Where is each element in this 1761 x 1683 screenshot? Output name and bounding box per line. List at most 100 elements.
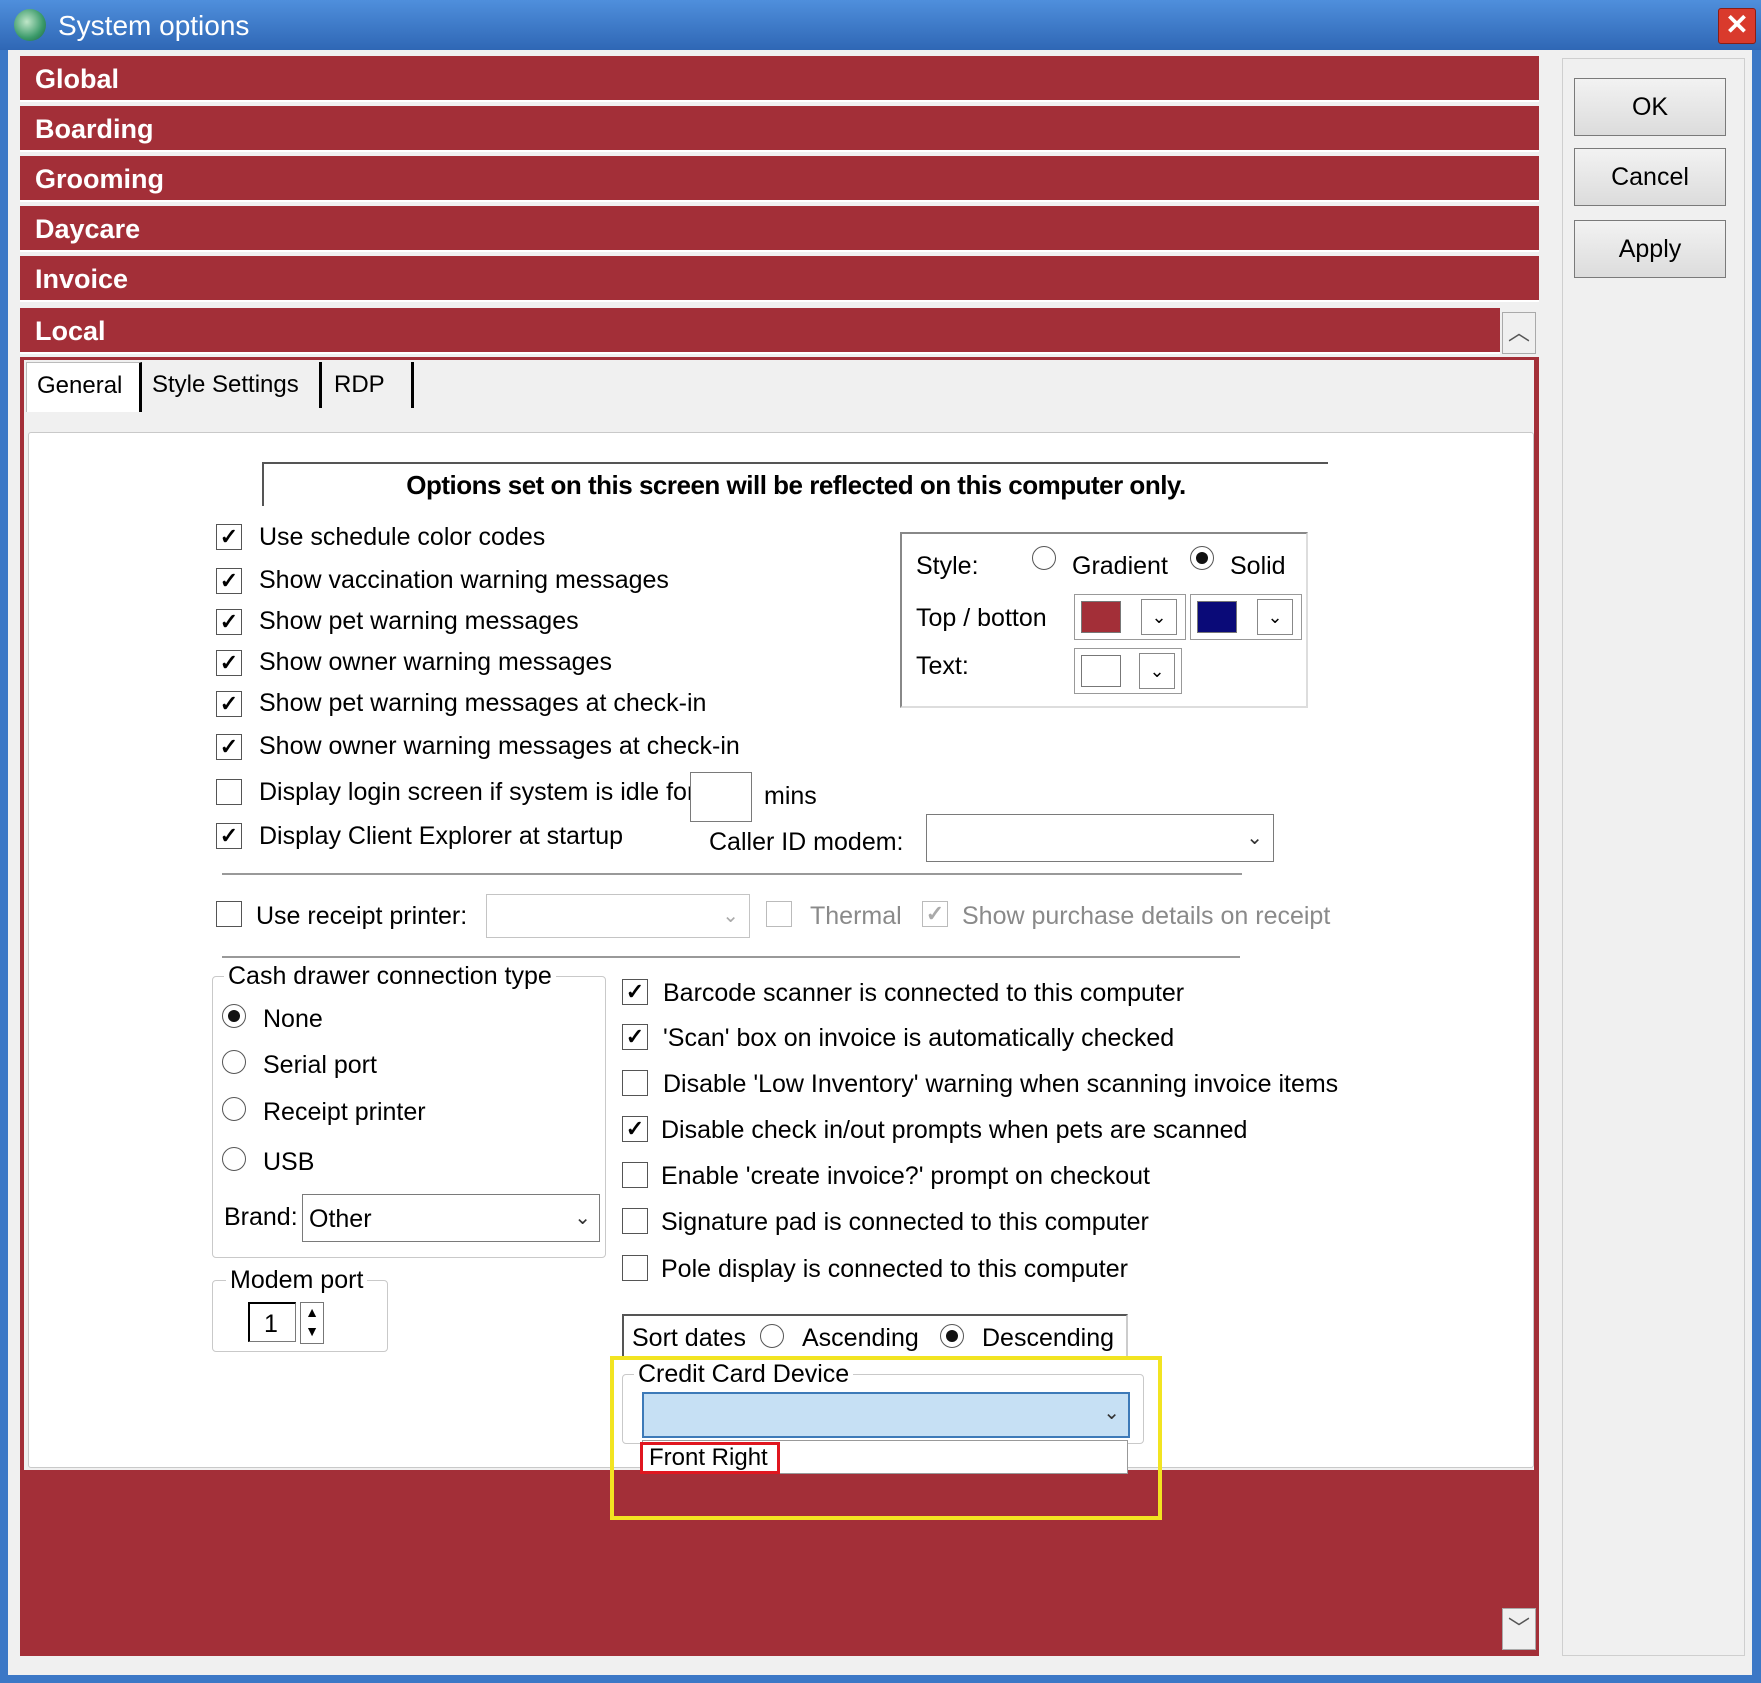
- checkbox-receipt-printer[interactable]: [216, 901, 242, 927]
- option-label: Show owner warning messages at check-in: [259, 732, 740, 760]
- checkbox-create-invoice[interactable]: [622, 1162, 648, 1188]
- chevron-down-icon: ⌄: [1246, 827, 1263, 849]
- mins-label: mins: [764, 782, 817, 810]
- accordion-grooming[interactable]: Grooming: [20, 156, 1539, 202]
- apply-button[interactable]: Apply: [1574, 220, 1726, 278]
- chevron-down-icon: ⌄: [1141, 599, 1177, 635]
- tab-general[interactable]: General: [26, 362, 142, 412]
- caller-id-label: Caller ID modem:: [709, 828, 904, 856]
- radio-none[interactable]: [222, 1004, 246, 1028]
- modem-port-title: Modem port: [226, 1266, 368, 1295]
- cancel-button[interactable]: Cancel: [1574, 148, 1726, 206]
- checkbox-checkin-prompts[interactable]: ✓: [622, 1116, 648, 1142]
- accordion-local[interactable]: Local: [20, 308, 1500, 354]
- radio-gradient[interactable]: [1032, 546, 1056, 570]
- accordion-invoice[interactable]: Invoice: [20, 256, 1539, 302]
- scroll-down-icon[interactable]: ﹀: [1502, 1608, 1536, 1650]
- device-label: Barcode scanner is connected to this com…: [663, 979, 1185, 1007]
- sort-dates-box: Sort dates Ascending Descending: [622, 1314, 1128, 1358]
- checkbox-vaccination-warnings[interactable]: ✓: [216, 568, 242, 594]
- caller-id-dropdown[interactable]: ⌄: [926, 814, 1274, 862]
- brand-label: Brand:: [224, 1203, 298, 1231]
- app-icon: [14, 9, 46, 41]
- cash-option-label: Receipt printer: [263, 1098, 426, 1126]
- scroll-up-icon[interactable]: ︿: [1502, 312, 1536, 354]
- checkbox-pet-warnings-checkin[interactable]: ✓: [216, 691, 242, 717]
- tab-style-settings[interactable]: Style Settings: [142, 362, 322, 408]
- option-label: Show pet warning messages: [259, 607, 579, 635]
- checkbox-thermal[interactable]: [766, 901, 792, 927]
- solid-label: Solid: [1230, 552, 1286, 580]
- tab-rdp[interactable]: RDP: [324, 362, 414, 408]
- checkbox-scan-box[interactable]: ✓: [622, 1024, 648, 1050]
- notice-text: Options set on this screen will be refle…: [262, 462, 1328, 506]
- receipt-printer-label: Use receipt printer:: [256, 902, 468, 930]
- idle-minutes-input[interactable]: [690, 772, 752, 822]
- checkbox-purchase-details[interactable]: ✓: [922, 901, 948, 927]
- checkbox-signature-pad[interactable]: [622, 1208, 648, 1234]
- ok-button[interactable]: OK: [1574, 78, 1726, 136]
- modem-port-stepper[interactable]: ▲ ▼: [300, 1302, 324, 1344]
- thermal-label: Thermal: [810, 902, 902, 930]
- cash-option-label: Serial port: [263, 1051, 377, 1079]
- cash-drawer-title: Cash drawer connection type: [224, 962, 556, 991]
- checkbox-owner-warnings[interactable]: ✓: [216, 650, 242, 676]
- brand-value: Other: [309, 1205, 372, 1233]
- gradient-label: Gradient: [1072, 552, 1168, 580]
- option-label: Display login screen if system is idle f…: [259, 778, 696, 806]
- modem-port-input[interactable]: 1: [248, 1302, 296, 1342]
- style-label: Style:: [916, 552, 979, 580]
- device-label: 'Scan' box on invoice is automatically c…: [663, 1024, 1175, 1052]
- radio-usb[interactable]: [222, 1147, 246, 1171]
- sort-dates-label: Sort dates: [632, 1324, 746, 1352]
- device-label: Pole display is connected to this comput…: [661, 1255, 1128, 1283]
- chevron-down-icon: ⌄: [722, 905, 739, 927]
- window-title: System options: [58, 10, 250, 41]
- text-color-label: Text:: [916, 652, 969, 680]
- checkbox-low-inventory[interactable]: [622, 1070, 648, 1096]
- bottom-color-swatch: [1197, 601, 1237, 633]
- style-settings-box: Style: Gradient Solid Top / botton ⌄ ⌄ T…: [900, 532, 1308, 708]
- option-label: Use schedule color codes: [259, 523, 546, 551]
- checkbox-idle-login[interactable]: [216, 779, 242, 805]
- radio-ascending[interactable]: [760, 1324, 784, 1348]
- top-color-swatch: [1081, 601, 1121, 633]
- text-color-picker[interactable]: ⌄: [1074, 648, 1182, 694]
- title-bar: System options ✕: [0, 0, 1761, 50]
- option-label: Show owner warning messages: [259, 648, 612, 676]
- brand-dropdown[interactable]: Other ⌄: [302, 1194, 600, 1242]
- device-label: Signature pad is connected to this compu…: [661, 1208, 1149, 1236]
- device-label: Enable 'create invoice?' prompt on check…: [661, 1162, 1151, 1190]
- radio-descending[interactable]: [940, 1324, 964, 1348]
- purchase-details-label: Show purchase details on receipt: [962, 902, 1331, 930]
- close-icon[interactable]: ✕: [1718, 8, 1756, 44]
- checkbox-client-explorer[interactable]: ✓: [216, 823, 242, 849]
- cash-option-label: USB: [263, 1148, 315, 1176]
- bottom-color-picker[interactable]: ⌄: [1190, 594, 1302, 640]
- top-color-picker[interactable]: ⌄: [1074, 594, 1186, 640]
- receipt-printer-dropdown[interactable]: ⌄: [486, 894, 750, 938]
- text-color-swatch: [1081, 655, 1121, 687]
- modem-port-value: 1: [264, 1310, 278, 1338]
- checkbox-pet-warnings[interactable]: ✓: [216, 609, 242, 635]
- accordion-global[interactable]: Global: [20, 56, 1539, 102]
- radio-serial-port[interactable]: [222, 1050, 246, 1074]
- accordion-boarding[interactable]: Boarding: [20, 106, 1539, 152]
- divider: [222, 956, 1240, 958]
- device-label: Disable check in/out prompts when pets a…: [661, 1116, 1248, 1144]
- highlight-box: [610, 1356, 1162, 1520]
- checkbox-barcode-scanner[interactable]: ✓: [622, 979, 648, 1005]
- device-label: Disable 'Low Inventory' warning when sca…: [663, 1070, 1339, 1098]
- cash-option-label: None: [263, 1005, 323, 1033]
- checkbox-pole-display[interactable]: [622, 1255, 648, 1281]
- chevron-down-icon: ⌄: [1257, 599, 1293, 635]
- accordion-daycare[interactable]: Daycare: [20, 206, 1539, 252]
- ascending-label: Ascending: [802, 1324, 919, 1352]
- option-label: Show pet warning messages at check-in: [259, 689, 707, 717]
- radio-receipt-printer[interactable]: [222, 1097, 246, 1121]
- radio-solid[interactable]: [1190, 546, 1214, 570]
- divider: [222, 873, 1242, 875]
- checkbox-owner-warnings-checkin[interactable]: ✓: [216, 734, 242, 760]
- checkbox-schedule-colors[interactable]: ✓: [216, 524, 242, 550]
- chevron-down-icon: ⌄: [574, 1207, 591, 1229]
